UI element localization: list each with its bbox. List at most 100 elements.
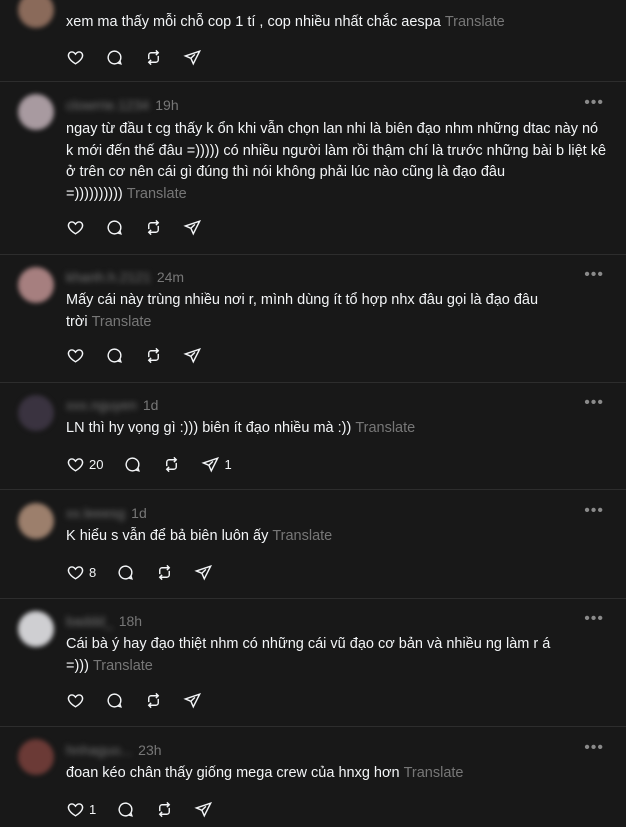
share-button[interactable] [194,563,213,582]
post: xem ma thấy mỗi chỗ cop 1 tí , cop nhiều… [0,0,626,82]
comment-icon [107,49,122,65]
share-icon [201,456,220,473]
comment-button[interactable] [105,218,124,237]
heart-icon [67,802,84,817]
share-button[interactable]: 1 [201,455,232,474]
repost-button[interactable] [162,455,181,474]
comment-button[interactable] [116,800,135,819]
timestamp: 19h [155,97,179,113]
repost-button[interactable] [144,346,163,365]
comment-icon [125,456,141,472]
avatar[interactable] [18,267,54,303]
post-header: hnhaguo... 23h [66,742,162,758]
post: khanh.h.2121 24m ••• Mấy cái này trùng nh… [0,255,626,383]
like-button[interactable] [66,691,85,710]
repost-icon [147,347,160,363]
heart-icon [67,693,84,708]
share-icon [194,564,213,581]
post-actions: 1 [66,799,233,819]
share-button[interactable] [183,218,202,237]
heart-icon [67,50,84,65]
more-icon[interactable]: ••• [584,502,604,520]
username[interactable]: xx.leeesg [66,505,125,521]
comment-button[interactable] [105,346,124,365]
avatar[interactable] [18,503,54,539]
comment-button[interactable] [116,563,135,582]
heart-icon [67,565,84,580]
more-icon[interactable]: ••• [584,394,604,412]
like-button[interactable] [66,346,85,365]
repost-icon [147,49,160,65]
timestamp: 18h [118,613,143,629]
heart-icon [67,457,84,472]
repost-button[interactable] [155,800,174,819]
timestamp: 1d [131,505,147,521]
share-icon [183,347,202,364]
share-button[interactable] [194,800,213,819]
share-icon [183,219,202,236]
post-actions: 20 1 [66,454,252,474]
repost-icon [147,219,160,235]
avatar[interactable] [18,0,54,28]
post-actions [66,690,222,710]
like-button[interactable] [66,48,85,67]
like-button[interactable]: 20 [66,455,103,474]
share-count: 1 [224,456,232,472]
translate-link[interactable]: Translate [404,765,464,781]
post-header: baddd_ 18h [66,613,142,629]
comment-button[interactable] [123,455,142,474]
like-count: 8 [89,564,97,580]
translate-link[interactable]: Translate [355,420,415,436]
share-icon [194,801,213,818]
translate-link[interactable]: Translate [272,528,332,544]
post-header: khanh.h.2121 24m [66,269,184,285]
translate-link[interactable]: Translate [93,658,153,674]
comment-icon [118,564,134,580]
like-button[interactable]: 1 [66,800,96,819]
repost-button[interactable] [155,563,174,582]
comment-button[interactable] [105,691,124,710]
post: xx.leeesg 1d ••• K hiểu s vẫn để bả biên … [0,490,626,599]
repost-icon [158,801,171,817]
repost-icon [158,564,171,580]
post-text: LN thì hy vọng gì :))) biên ít đạo nhiều… [66,420,416,436]
avatar[interactable] [18,611,54,647]
post-header: xxx.nguyen 1d [66,397,158,413]
username[interactable]: xxx.nguyen [66,397,137,413]
translate-link[interactable]: Translate [92,314,152,330]
more-icon[interactable]: ••• [584,266,604,284]
username[interactable]: baddd_ [66,613,113,629]
repost-button[interactable] [144,48,163,67]
more-icon[interactable]: ••• [584,94,604,112]
comment-button[interactable] [105,48,124,67]
avatar[interactable] [18,739,54,775]
avatar[interactable] [18,94,54,130]
post-text: đoan kéo chân thấy giống mega crew của h… [66,765,464,781]
repost-icon [147,692,160,708]
repost-button[interactable] [144,218,163,237]
avatar[interactable] [18,395,54,431]
heart-icon [67,348,84,363]
heart-icon [67,220,84,235]
share-button[interactable] [183,48,202,67]
username[interactable]: hnhaguo... [66,742,132,758]
more-icon[interactable]: ••• [584,610,604,628]
post-header: clowrrie.1234 19h [66,97,179,113]
repost-button[interactable] [144,691,163,710]
post: clowrrie.1234 19h ••• ngay từ đầu t cg th… [0,82,626,255]
share-button[interactable] [183,691,202,710]
post: hnhaguo... 23h ••• đoan kéo chân thấy giố… [0,727,626,827]
username[interactable]: clowrrie.1234 [66,97,149,113]
username[interactable]: khanh.h.2121 [66,269,151,285]
post: xxx.nguyen 1d ••• LN thì hy vọng gì :))) … [0,383,626,490]
more-icon[interactable]: ••• [584,739,604,757]
translate-link[interactable]: Translate [445,14,505,30]
share-button[interactable] [183,346,202,365]
like-button[interactable]: 8 [66,563,96,582]
translate-link[interactable]: Translate [127,186,187,202]
post-text: K hiểu s vẫn để bả biên luôn ấy Translate [66,528,333,544]
timestamp: 23h [138,742,162,758]
post-text: xem ma thấy mỗi chỗ cop 1 tí , cop nhiều… [66,14,505,30]
like-button[interactable] [66,218,85,237]
post-text: ngay từ đầu t cg thấy k ổn khi vẫn chọn … [66,121,607,202]
